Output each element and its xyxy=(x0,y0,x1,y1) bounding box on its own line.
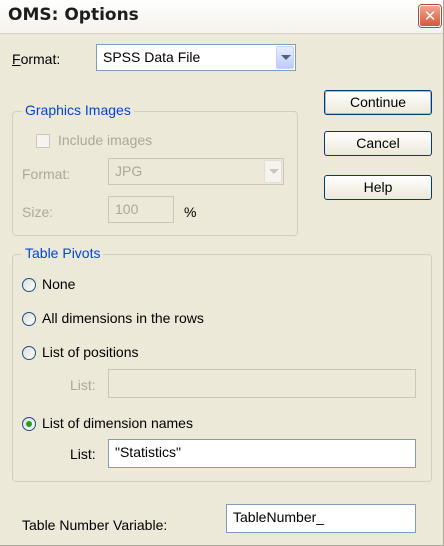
size-value: 100 xyxy=(115,201,139,217)
radio-list-of-positions-label: List of positions xyxy=(42,344,139,360)
radio-none-label: None xyxy=(42,276,76,292)
oms-options-dialog: OMS: Options ✕ Format: SPSS Data File Co… xyxy=(0,0,444,546)
format-label-text: ormat: xyxy=(20,51,61,67)
graphics-format-value: JPG xyxy=(115,163,143,179)
table-number-input[interactable]: TableNumber_ xyxy=(226,504,416,533)
dimension-list-input[interactable]: "Statistics" xyxy=(108,439,416,468)
positions-list-input[interactable] xyxy=(108,369,416,398)
size-input[interactable]: 100 xyxy=(108,196,174,223)
radio-list-of-dimension-names-label: List of dimension names xyxy=(42,415,193,431)
table-pivots-legend: Table Pivots xyxy=(22,245,104,261)
size-label: Size: xyxy=(22,204,54,220)
radio-list-of-dimension-names[interactable] xyxy=(22,417,36,431)
graphics-format-label: Format: xyxy=(22,166,71,182)
help-button[interactable]: Help xyxy=(324,175,432,200)
format-label: Format: xyxy=(12,51,61,67)
dimension-list-value: "Statistics" xyxy=(115,444,181,460)
dimension-list-label: List: xyxy=(70,446,96,462)
format-select-value: SPSS Data File xyxy=(103,49,201,65)
radio-all-dimensions-label: All dimensions in the rows xyxy=(42,310,204,326)
window-title: OMS: Options xyxy=(8,5,139,25)
positions-list-label: List: xyxy=(70,377,96,393)
graphics-images-legend: Graphics Images xyxy=(22,102,134,118)
chevron-down-icon[interactable] xyxy=(276,46,294,69)
radio-all-dimensions[interactable] xyxy=(22,312,36,326)
cancel-button[interactable]: Cancel xyxy=(324,131,432,156)
format-select[interactable]: SPSS Data File xyxy=(96,44,296,71)
size-unit: % xyxy=(184,204,197,220)
chevron-down-icon[interactable] xyxy=(264,160,282,183)
continue-button[interactable]: Continue xyxy=(324,90,432,115)
radio-none[interactable] xyxy=(22,278,36,292)
graphics-format-select[interactable]: JPG xyxy=(108,158,284,185)
include-images-checkbox[interactable] xyxy=(36,134,50,148)
close-button[interactable]: ✕ xyxy=(419,5,441,27)
include-images-label: Include images xyxy=(58,132,153,148)
radio-list-of-positions[interactable] xyxy=(22,346,36,360)
table-number-value: TableNumber_ xyxy=(233,509,325,525)
title-bar: OMS: Options ✕ xyxy=(0,0,443,34)
table-number-label: Table Number Variable: xyxy=(22,517,168,533)
